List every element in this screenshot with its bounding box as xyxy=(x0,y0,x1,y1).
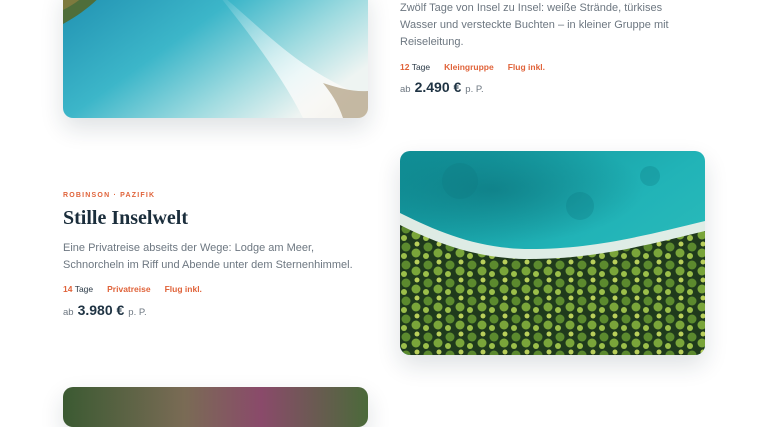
aerial-beach-image xyxy=(63,0,368,118)
trip-top-price: ab 2.490 € p. P. xyxy=(400,79,700,95)
price-suffix: p. P. xyxy=(128,307,147,318)
next-trip-image xyxy=(63,387,368,427)
trip-image-next[interactable] xyxy=(63,387,368,427)
trip-top-tag-flight: Flug inkl. xyxy=(507,62,546,72)
trip-main-description: Eine Privatreise abseits der Wege: Lodge… xyxy=(63,242,353,271)
price-amount: 2.490 € xyxy=(414,79,462,95)
trip-main-tag-flight: Flug inkl. xyxy=(164,284,202,294)
trip-top-meta: 12 Tage Kleingruppe Flug inkl. xyxy=(400,62,700,72)
trip-main-meta: 14 Tage Privatreise Flug inkl. xyxy=(63,284,368,294)
trip-top-tag-group: Kleingruppe xyxy=(444,62,494,72)
trip-main-price: ab 3.980 € p. P. xyxy=(63,302,368,318)
trip-main-text: ROBINSON · PAZIFIK Stille Inselwelt Eine… xyxy=(63,192,368,318)
price-prefix: ab xyxy=(400,84,411,95)
aerial-lagoon-image xyxy=(400,151,705,355)
trip-main-eyebrow: ROBINSON · PAZIFIK xyxy=(63,192,156,199)
trip-top-description: Zwölf Tage von Insel zu Insel: weiße Str… xyxy=(400,2,669,48)
trip-image-beach[interactable] xyxy=(63,0,368,118)
trip-image-lagoon[interactable] xyxy=(400,151,705,355)
price-prefix: ab xyxy=(63,307,74,318)
trip-main-tag-private: Privatreise xyxy=(107,284,151,294)
price-suffix: p. P. xyxy=(465,84,484,95)
trip-main-duration: 14 Tage xyxy=(63,284,94,294)
price-amount: 3.980 € xyxy=(77,302,125,318)
trip-main-title[interactable]: Stille Inselwelt xyxy=(63,207,368,230)
trip-top-text: Zwölf Tage von Insel zu Insel: weiße Str… xyxy=(400,0,700,95)
trip-top-duration: 12 Tage xyxy=(400,62,431,72)
